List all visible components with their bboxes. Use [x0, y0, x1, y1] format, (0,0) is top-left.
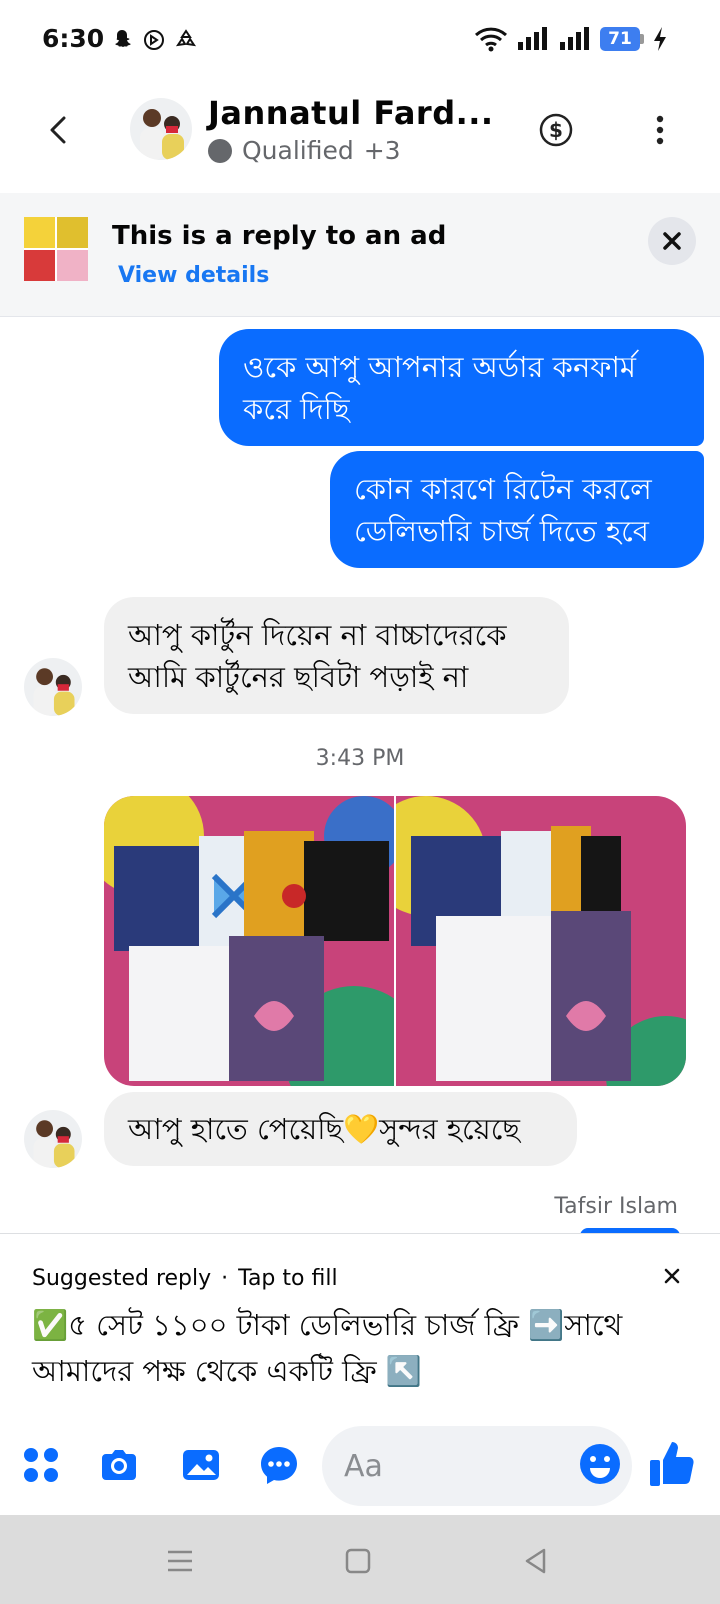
contact-avatar-small[interactable] — [24, 658, 82, 716]
more-options-icon[interactable] — [640, 110, 680, 150]
battery-icon: 71 — [600, 27, 644, 51]
outgoing-message[interactable]: ওকে আপু আপনার অর্ডার কনফার্ম করে দিছি — [219, 329, 704, 446]
status-bar: 6:30 71 — [0, 0, 720, 80]
back-arrow-icon[interactable] — [40, 110, 80, 150]
emoji-icon[interactable] — [578, 1442, 622, 1486]
suggested-reply-text[interactable]: ✅৫ সেট ১১০০ টাকা ডেলিভারি চার্জ ফ্রি ➡️স… — [32, 1302, 682, 1394]
wifi-icon — [474, 27, 508, 52]
suggested-reply-label: Suggested reply — [32, 1266, 212, 1291]
incoming-message[interactable]: আপু কার্টুন দিয়েন না বাচ্চাদেরকে আমি কা… — [104, 597, 569, 714]
charging-icon — [654, 27, 666, 51]
shared-photo[interactable] — [396, 796, 686, 1086]
dollar-icon[interactable]: $ — [536, 110, 576, 150]
contact-avatar-small[interactable] — [24, 1110, 82, 1168]
apps-grid-icon[interactable] — [20, 1444, 62, 1486]
notification-icons — [110, 28, 198, 52]
close-icon[interactable] — [660, 1264, 684, 1288]
status-extra-count: +3 — [363, 136, 401, 165]
thumbs-up-icon[interactable] — [648, 1438, 696, 1488]
contact-labels[interactable]: Qualified +3 — [208, 136, 401, 165]
signal-icon — [560, 27, 589, 50]
home-icon[interactable] — [342, 1545, 374, 1577]
label-dot-icon — [208, 138, 232, 163]
shared-photo[interactable] — [104, 796, 394, 1086]
contact-avatar[interactable] — [130, 98, 192, 160]
outgoing-message[interactable]: কোন কারণে রিটেন করলে ডেলিভারি চার্জ দিতে… — [330, 451, 704, 568]
tap-to-fill-hint: Tap to fill — [238, 1266, 338, 1291]
chat-header: Jannatul Fard... Qualified +3 $ — [0, 80, 720, 190]
battery-level: 71 — [600, 27, 640, 51]
ad-thumbnail[interactable] — [24, 217, 88, 281]
chat-bubble-icon[interactable] — [258, 1444, 300, 1486]
system-icons: 71 — [474, 26, 668, 52]
status-label: Qualified — [242, 136, 354, 165]
contact-name[interactable]: Jannatul Fard... — [208, 94, 494, 132]
message-timestamp: 3:43 PM — [315, 746, 405, 771]
suggested-reply-separator: · — [221, 1266, 229, 1291]
sender-name: Tafsir Islam — [554, 1194, 678, 1219]
camera-icon[interactable] — [98, 1444, 140, 1486]
incoming-message[interactable]: আপু হাতে পেয়েছি💛সুন্দর হয়েছে — [104, 1092, 577, 1166]
system-back-icon[interactable] — [520, 1545, 552, 1577]
sync-icon — [144, 30, 164, 50]
recent-apps-icon[interactable] — [164, 1545, 196, 1577]
view-details-link[interactable]: View details — [118, 263, 269, 288]
signal-icon — [518, 27, 547, 50]
message-composer — [0, 1410, 720, 1520]
ad-reply-banner: This is a reply to an ad View details — [0, 193, 720, 317]
svg-text:$: $ — [549, 118, 563, 142]
recycle-icon — [175, 29, 197, 47]
close-banner-button[interactable] — [648, 217, 696, 265]
suggested-reply-panel: Suggested reply · Tap to fill ✅৫ সেট ১১০… — [0, 1233, 720, 1388]
snapchat-icon — [115, 30, 131, 47]
status-time: 6:30 — [42, 24, 105, 53]
ad-banner-title: This is a reply to an ad — [112, 221, 447, 251]
close-icon — [663, 232, 681, 250]
gallery-icon[interactable] — [180, 1444, 222, 1486]
suggested-reply-header: Suggested reply · Tap to fill — [32, 1266, 338, 1291]
system-nav-bar — [0, 1515, 720, 1604]
